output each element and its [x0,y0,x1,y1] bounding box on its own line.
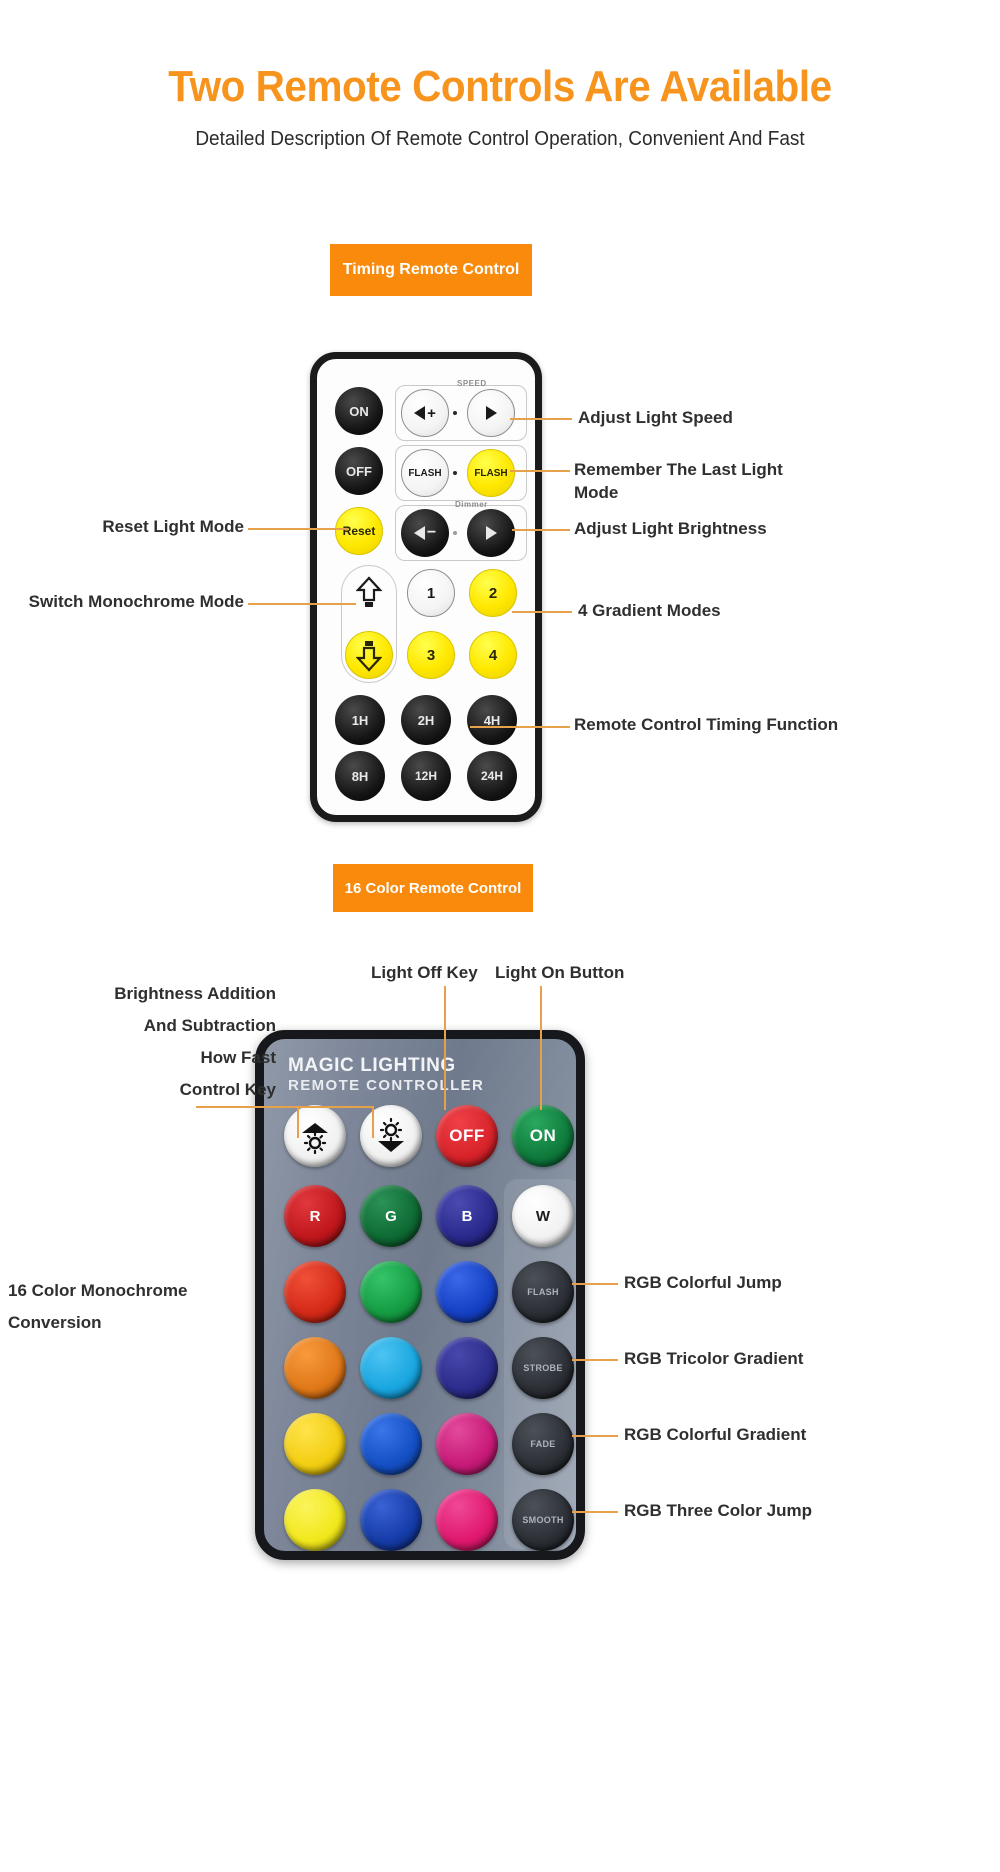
label-adjust-light-speed: Adjust Light Speed [578,408,733,427]
dim-right-arrow-icon [485,526,497,540]
label-rgb-colorful-gradient: RGB Colorful Gradient [624,1425,807,1444]
speed-left-arrow-icon [414,406,426,420]
label-16-color-monochrome: 16 Color Monochrome Conversion [8,1281,188,1333]
color-button-row3-col1[interactable] [284,1337,346,1399]
color-button-row4-col3[interactable] [436,1413,498,1475]
connector-rgb-three-color-jump [572,1511,618,1513]
sixteen-color-remote-control: MAGIC LIGHTING REMOTE CONTROLLER OFF ON … [255,1030,585,1560]
color-button-row3-col2[interactable] [360,1337,422,1399]
brightness-up-button[interactable] [284,1105,346,1167]
connector-timing-function [470,726,570,728]
dimmer-label: Dimmer [455,500,488,509]
gradient-mode-2-button[interactable]: 2 [469,569,517,617]
power-on-button[interactable]: ON [335,387,383,435]
badge-16-color-remote: 16 Color Remote Control [333,864,533,912]
strobe-button[interactable]: STROBE [512,1337,574,1399]
page-subtitle: Detailed Description Of Remote Control O… [195,128,805,150]
speed-right-arrow-icon [485,406,497,420]
color-button-blue-primary[interactable]: B [436,1185,498,1247]
timer-1h-button[interactable]: 1H [335,695,385,745]
color-button-row3-col3[interactable] [436,1337,498,1399]
speed-dot-separator [453,411,457,415]
flash-yellow-button[interactable]: FLASH [467,449,515,497]
color-button-row4-col1[interactable] [284,1413,346,1475]
color-button-row5-col1[interactable] [284,1489,346,1551]
flash-white-button[interactable]: FLASH [401,449,449,497]
speed-label: SPEED [457,379,487,388]
flash-button[interactable]: FLASH [512,1261,574,1323]
timer-8h-button[interactable]: 8H [335,751,385,801]
flash-dot-separator [453,471,457,475]
connector-rgb-colorful-jump [572,1283,618,1285]
connector-adjust-speed [510,418,572,420]
label-reset-light-mode: Reset Light Mode [102,517,244,536]
reset-button[interactable]: Reset [335,507,383,555]
badge-timing-remote: Timing Remote Control [330,244,532,296]
arrow-down-icon [356,641,382,672]
gradient-mode-4-button[interactable]: 4 [469,631,517,679]
brightness-down-button[interactable] [360,1105,422,1167]
label-rgb-tricolor-gradient: RGB Tricolor Gradient [624,1349,804,1368]
connector-switch-monochrome [248,603,356,605]
label-remote-timing-function: Remote Control Timing Function [574,715,839,734]
color-button-row4-col2[interactable] [360,1413,422,1475]
connector-light-on-button [540,986,542,1110]
color-button-row2-col1[interactable] [284,1261,346,1323]
connector-rgb-colorful-gradient [572,1435,618,1437]
connector-brightness-up [297,1106,299,1138]
brand-magic-lighting: MAGIC LIGHTING [288,1055,456,1076]
monochrome-down-button[interactable] [345,631,393,679]
brightness-down-icon [378,1117,404,1152]
color-button-row5-col3[interactable] [436,1489,498,1551]
label-adjust-light-brightness: Adjust Light Brightness [574,519,767,538]
brightness-increase-button[interactable] [467,509,515,557]
label-switch-monochrome-mode: Switch Monochrome Mode [28,592,244,611]
label-rgb-colorful-jump: RGB Colorful Jump [624,1273,782,1292]
gradient-mode-3-button[interactable]: 3 [407,631,455,679]
connector-light-off-key [444,986,446,1110]
color-button-row2-col3[interactable] [436,1261,498,1323]
light-off-button[interactable]: OFF [436,1105,498,1167]
label-brightness-control-key: Brightness Addition And Subtraction How … [114,984,276,1099]
page-root: Two Remote Controls Are Available Detail… [0,0,1000,1872]
label-rgb-three-color-jump: RGB Three Color Jump [624,1501,812,1520]
speed-decrease-button[interactable]: + [401,389,449,437]
connector-brightness-down [372,1106,374,1138]
connector-reset-light-mode [248,528,348,530]
brightness-decrease-button[interactable]: − [401,509,449,557]
timer-4h-button[interactable]: 4H [467,695,517,745]
label-remember-last-mode: Remember The Last Light Mode [574,460,783,502]
smooth-button[interactable]: SMOOTH [512,1489,574,1551]
arrow-up-icon [356,576,382,607]
brand-remote-controller: REMOTE CONTROLLER [288,1077,485,1094]
gradient-mode-1-button[interactable]: 1 [407,569,455,617]
color-button-white[interactable]: W [512,1185,574,1247]
label-4-gradient-modes: 4 Gradient Modes [578,601,721,620]
connector-rgb-tricolor-gradient [572,1359,618,1361]
connector-remember-mode [510,470,570,472]
dimmer-dot-separator [453,531,457,535]
page-title: Two Remote Controls Are Available [168,62,832,111]
color-button-red-primary[interactable]: R [284,1185,346,1247]
color-button-row2-col2[interactable] [360,1261,422,1323]
timer-2h-button[interactable]: 2H [401,695,451,745]
label-light-on-button: Light On Button [495,963,625,982]
timer-12h-button[interactable]: 12H [401,751,451,801]
brightness-up-icon [302,1123,328,1155]
connector-gradient-modes [512,611,572,613]
power-off-button[interactable]: OFF [335,447,383,495]
timer-24h-button[interactable]: 24H [467,751,517,801]
connector-brightness-bridge [297,1106,373,1108]
color-button-row5-col2[interactable] [360,1489,422,1551]
monochrome-up-button[interactable] [345,569,393,617]
speed-increase-button[interactable] [467,389,515,437]
connector-brightness-block [196,1106,298,1108]
color-button-green-primary[interactable]: G [360,1185,422,1247]
timing-remote-control: SPEED Dimmer ON OFF Reset + FLASH FLASH … [310,352,542,822]
dim-left-arrow-icon [413,526,425,540]
connector-adjust-brightness [512,529,570,531]
fade-button[interactable]: FADE [512,1413,574,1475]
light-on-button[interactable]: ON [512,1105,574,1167]
